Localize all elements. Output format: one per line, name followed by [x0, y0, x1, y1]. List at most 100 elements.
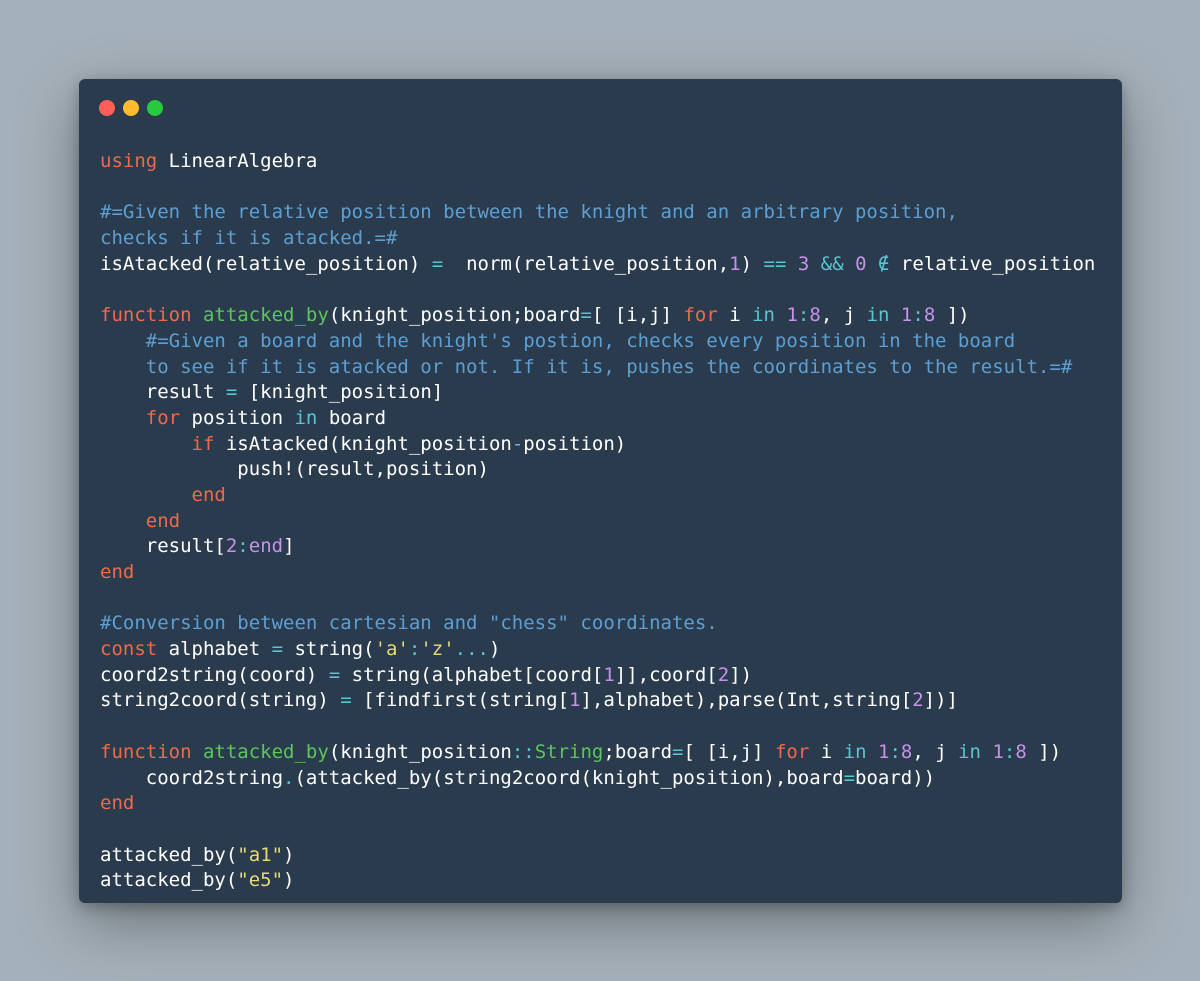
code-token: :: — [511, 740, 535, 763]
code-token: = — [672, 740, 684, 763]
code-token: ]) — [1026, 740, 1062, 763]
code-token: ∉ — [878, 252, 890, 275]
code-line: end — [100, 560, 1095, 586]
code-line: string2coord(string) = [findfirst(string… — [100, 688, 1095, 714]
code-token: = — [843, 766, 856, 789]
code-token: && — [820, 252, 844, 275]
minimize-dot-icon[interactable] — [123, 100, 139, 116]
code-token: coord2string(coord) — [100, 663, 329, 686]
code-line: end — [100, 509, 1095, 535]
code-token: : — [1003, 740, 1016, 763]
maximize-dot-icon[interactable] — [147, 100, 163, 116]
code-token: result — [100, 381, 226, 404]
code-token: in — [294, 406, 318, 429]
code-token: #=Given the relative position between th… — [100, 201, 958, 224]
code-token: ]) — [935, 304, 970, 327]
code-token: String — [534, 740, 604, 763]
code-line: coord2string.(attacked_by(string2coord(k… — [100, 766, 1095, 792]
code-token: 0 — [855, 252, 867, 275]
code-token: 2 — [225, 535, 238, 558]
code-line: checks if it is atacked.=# — [100, 226, 1095, 252]
code-token: end — [100, 561, 135, 583]
code-line: attacked_by("a1") — [100, 843, 1095, 869]
code-token: isAtacked(relative_position) — [100, 252, 432, 275]
code-token: [findfirst(string[ — [351, 689, 570, 712]
code-token: ... — [454, 638, 489, 661]
code-token: = — [580, 304, 592, 327]
code-token: end — [248, 535, 284, 558]
code-line: to see if it is atacked or not. If it is… — [100, 355, 1095, 381]
code-line: function attacked_by(knight_position;boa… — [100, 303, 1095, 329]
code-token: #=Given a board and the knight's postion… — [145, 329, 1016, 352]
close-dot-icon[interactable] — [99, 100, 115, 116]
code-token: push!(result,position) — [100, 458, 489, 481]
code-token: ) — [740, 252, 764, 275]
code-token: i — [717, 304, 753, 327]
code-line: #Conversion between cartesian and "chess… — [100, 611, 1095, 637]
code-token: (knight_position;board — [328, 304, 581, 327]
code-window: using LinearAlgebra #=Given the relative … — [79, 79, 1122, 903]
window-controls — [99, 100, 163, 116]
code-line: coord2string(coord) = string(alphabet[co… — [100, 663, 1095, 689]
code-token: 3 — [797, 252, 810, 275]
code-token: ) — [489, 638, 501, 661]
code-token: to see if it is atacked or not. If it is… — [100, 355, 1073, 378]
code-token: attacked_by — [202, 740, 329, 763]
code-token: , j — [912, 740, 959, 763]
code-token: norm(relative_position, — [443, 252, 730, 275]
code-token: in — [958, 740, 981, 763]
code-token: LinearAlgebra — [157, 150, 318, 172]
code-token: for — [683, 304, 718, 327]
code-line: result[2:end] — [100, 534, 1095, 560]
code-token: ) — [283, 843, 295, 866]
code-line: isAtacked(relative_position) = norm(rela… — [100, 252, 1095, 278]
code-token: 8 — [809, 304, 821, 327]
code-token: position — [180, 406, 295, 429]
code-token: 1 — [992, 740, 1004, 763]
code-token: [ [i,j] — [591, 304, 684, 327]
code-token: 1 — [877, 740, 890, 763]
code-token: = — [431, 252, 444, 275]
code-token: end — [191, 483, 226, 506]
code-token: "e5" — [237, 869, 284, 892]
code-token: #Conversion between cartesian and "chess… — [100, 612, 718, 635]
code-token: alphabet — [157, 638, 272, 661]
code-token: . — [283, 766, 295, 789]
code-line: const alphabet = string('a':'z'...) — [100, 637, 1095, 663]
code-token: in — [866, 304, 890, 327]
code-token: function — [100, 304, 192, 327]
code-line: using LinearAlgebra — [100, 149, 1095, 175]
code-token: ] — [283, 535, 295, 558]
code-block: using LinearAlgebra #=Given the relative … — [100, 149, 1095, 894]
code-token: relative_position — [889, 252, 1096, 275]
code-line: attacked_by("e5") — [100, 868, 1095, 894]
code-token: string2coord(string) — [100, 689, 341, 712]
code-line: end — [100, 483, 1095, 509]
code-token: end — [100, 792, 135, 815]
code-token: attacked_by( — [100, 869, 238, 892]
code-line: #=Given the relative position between th… — [100, 200, 1095, 226]
code-token: board — [317, 406, 387, 429]
code-token: == — [763, 252, 787, 275]
code-token: checks if it is atacked.=# — [100, 227, 398, 250]
code-line: for position in board — [100, 406, 1095, 432]
code-token: using — [100, 150, 158, 172]
code-token: 8 — [923, 304, 936, 327]
code-token: = — [340, 689, 352, 712]
code-token: end — [145, 509, 181, 532]
